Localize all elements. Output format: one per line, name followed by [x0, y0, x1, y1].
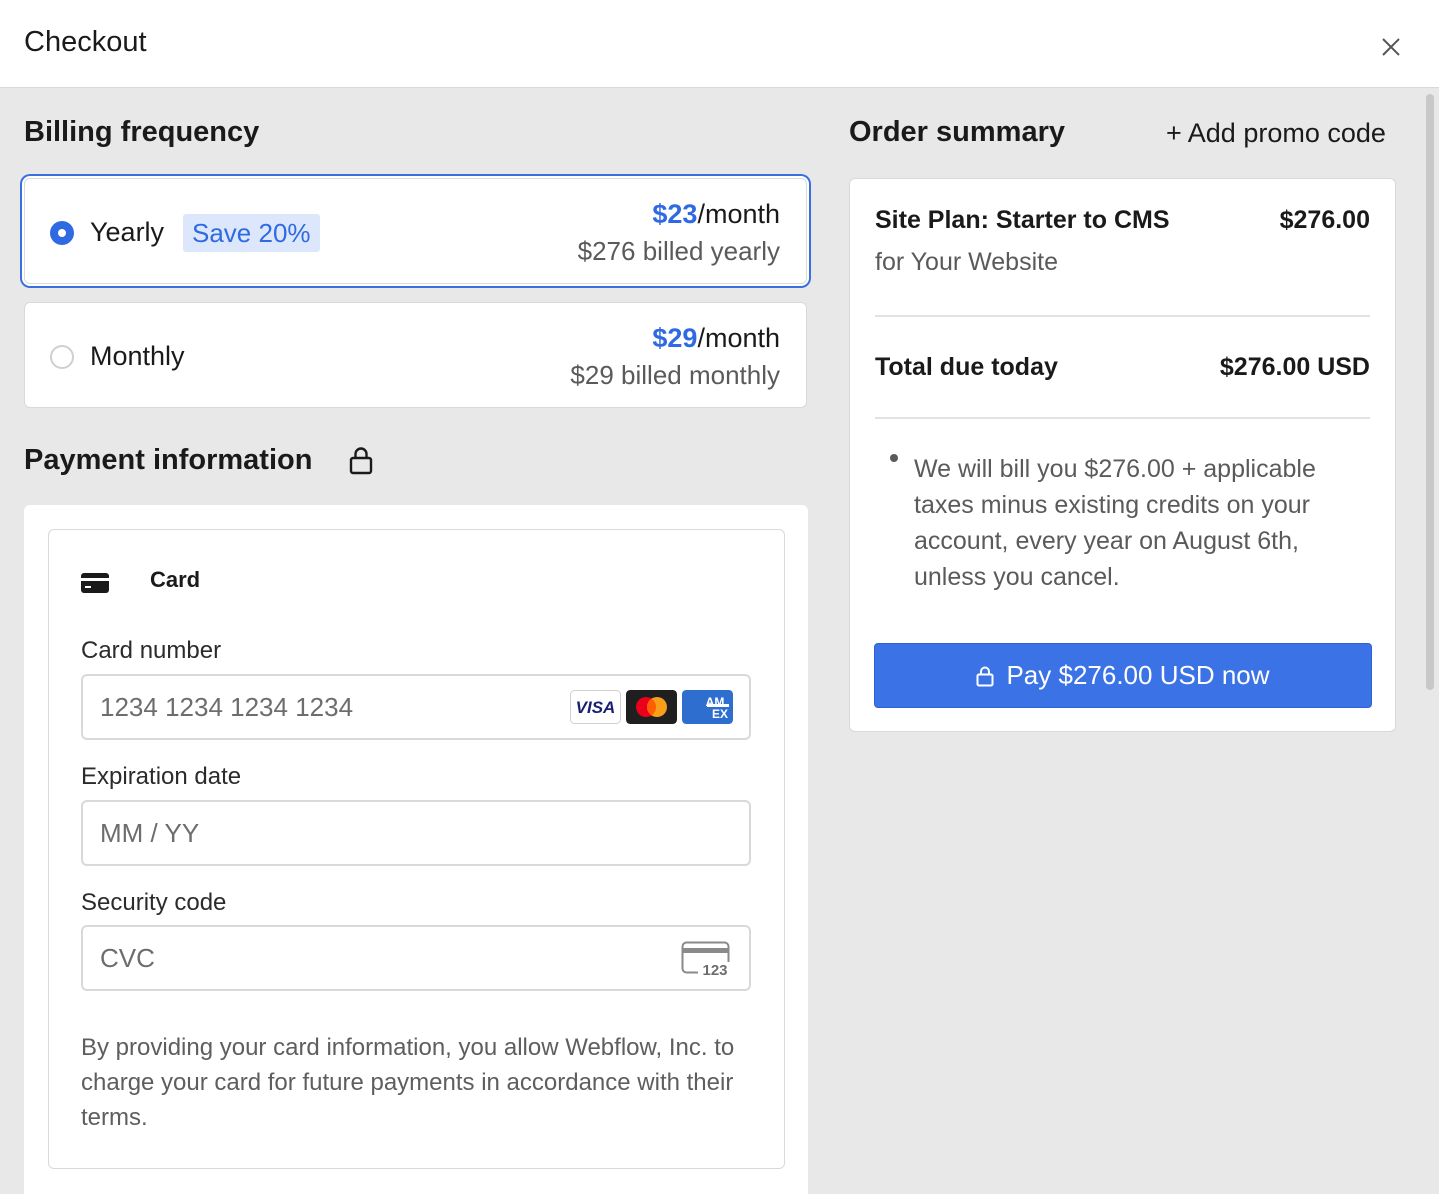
- plan-option-yearly[interactable]: Yearly Save 20% $23/month $276 billed ye…: [24, 178, 807, 284]
- expiration-date-input[interactable]: MM / YY: [81, 800, 751, 866]
- pay-now-button[interactable]: Pay $276.00 USD now: [874, 643, 1372, 708]
- close-icon[interactable]: [1376, 32, 1406, 62]
- security-code-label: Security code: [81, 889, 227, 916]
- billing-note: We will bill you $276.00 + applicable ta…: [914, 455, 1316, 591]
- lock-icon: [976, 666, 994, 686]
- monthly-price-per: /month: [697, 323, 780, 353]
- card-tab-label: Card: [150, 567, 201, 592]
- payment-information-heading: Payment information: [24, 444, 313, 476]
- total-value: $276.00 USD: [1219, 353, 1370, 381]
- lock-icon: [349, 447, 373, 475]
- visa-text: VISA: [576, 698, 616, 717]
- monthly-radio[interactable]: [50, 345, 74, 369]
- mastercard-icon: [626, 690, 677, 724]
- yearly-price-per: /month: [697, 199, 780, 229]
- monthly-price: $29/month: [652, 323, 780, 354]
- card-brands: VISA AM EX: [570, 690, 733, 724]
- svg-text:EX: EX: [712, 707, 728, 721]
- card-number-placeholder: 1234 1234 1234 1234: [100, 692, 354, 722]
- save-badge: Save 20%: [183, 214, 320, 252]
- card-payment-box: Card Card number 1234 1234 1234 1234 VIS…: [48, 529, 785, 1169]
- plan-option-monthly[interactable]: Monthly $29/month $29 billed monthly: [24, 302, 807, 408]
- order-summary-heading: Order summary: [849, 116, 1065, 148]
- billing-frequency-heading: Billing frequency: [24, 116, 260, 148]
- card-number-label: Card number: [81, 637, 222, 664]
- page-title: Checkout: [24, 26, 147, 58]
- pay-now-label: Pay $276.00 USD now: [1006, 660, 1270, 690]
- expiration-placeholder: MM / YY: [100, 818, 200, 848]
- visa-icon: VISA: [570, 690, 621, 724]
- bullet-icon: [890, 454, 898, 462]
- cvc-icon-text: 123: [702, 962, 727, 979]
- card-number-input[interactable]: 1234 1234 1234 1234 VISA AM EX: [81, 674, 751, 740]
- line-item-subtitle: for Your Website: [875, 248, 1058, 276]
- security-code-input[interactable]: CVC 123: [81, 925, 751, 991]
- summary-divider: [875, 315, 1370, 317]
- cvc-card-icon: 123: [681, 941, 733, 979]
- summary-divider: [875, 417, 1370, 419]
- plan-label-yearly: Yearly: [90, 217, 165, 247]
- yearly-billed: $276 billed yearly: [577, 236, 780, 266]
- yearly-price-amount: $23: [652, 199, 698, 229]
- card-legal-text: By providing your card information, you …: [81, 1034, 735, 1131]
- plan-label-monthly: Monthly: [90, 341, 185, 371]
- monthly-billed: $29 billed monthly: [570, 360, 780, 390]
- amex-icon: AM EX: [682, 690, 733, 724]
- line-item: Site Plan: Starter to CMS for Your Websi…: [875, 206, 1370, 277]
- yearly-price: $23/month: [652, 199, 780, 230]
- scrollbar-thumb[interactable]: [1426, 94, 1434, 690]
- add-promo-code-link[interactable]: + Add promo code: [1166, 118, 1386, 149]
- line-item-price: $276.00: [1279, 206, 1370, 234]
- payment-panel: Card Card number 1234 1234 1234 1234 VIS…: [24, 505, 808, 1194]
- monthly-price-amount: $29: [652, 323, 698, 353]
- expiration-date-label: Expiration date: [81, 763, 242, 790]
- yearly-radio[interactable]: [50, 221, 74, 245]
- total-row: Total due today $276.00 USD: [875, 353, 1370, 382]
- credit-card-icon: [81, 573, 109, 593]
- checkout-header: Checkout: [0, 0, 1439, 88]
- cvc-placeholder: CVC: [100, 943, 155, 973]
- order-summary-panel: Site Plan: Starter to CMS for Your Websi…: [849, 178, 1396, 732]
